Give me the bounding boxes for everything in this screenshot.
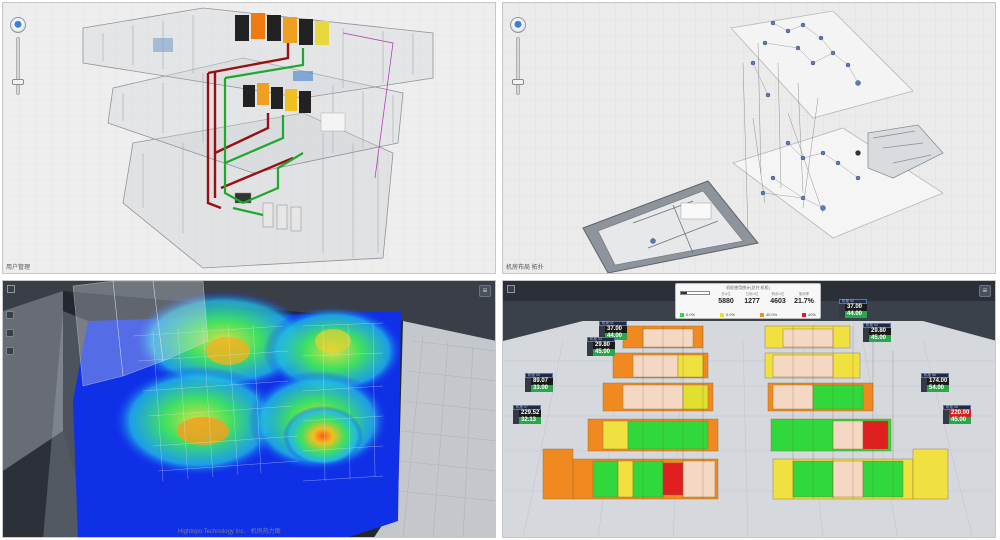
legend-swatch (801, 312, 806, 317)
rack-tag-power: 89.07 (531, 378, 553, 385)
rack-tag-temp: 44.00 (845, 311, 867, 318)
rack-capacity-view[interactable]: ≡ 机柜使用统计(总共 机柜) 总U位 5880 已用U位 1277 剩余U位 … (502, 280, 996, 538)
legend-item: 40% (801, 311, 816, 318)
panel-caption: 机房布局 拓扑 (506, 265, 544, 271)
legend-swatch (759, 312, 764, 317)
compass-icon[interactable] (510, 17, 526, 33)
rack-tag-power: 229.52 (519, 410, 541, 417)
rack-tag-temp: 45.00 (949, 417, 971, 424)
side-toolbar (6, 311, 16, 365)
topology-3d-scene[interactable] (503, 3, 996, 274)
menu-icon[interactable] (507, 285, 515, 293)
rack-tag[interactable]: 机柜 03 29.80 45.00 (587, 337, 621, 357)
rack-tag-power: 29.80 (593, 342, 615, 349)
building-3d-scene[interactable] (3, 3, 496, 274)
network-topology-view[interactable]: 机房布局 拓扑 (502, 2, 996, 274)
tool-icon[interactable] (6, 329, 14, 337)
rack-tag-temp: 33.00 (531, 385, 553, 392)
watermark: Hightopo Technology Inc. · 机房热力图 (178, 529, 281, 535)
rack-tag[interactable]: 机柜 02 37.00 44.00 (839, 299, 873, 319)
legend-item: 0.0% (719, 311, 735, 318)
rack-tag-temp: 54.00 (927, 385, 949, 392)
rack-tag[interactable]: 机柜 06 174.00 54.00 (921, 373, 955, 393)
stat-value: 21.7% (794, 298, 814, 305)
panel-caption: 用户管理 (6, 265, 31, 271)
rack-tag[interactable]: 机柜 05 89.07 33.00 (525, 373, 559, 393)
layers-icon[interactable]: ≡ (479, 285, 491, 297)
zoom-slider-thumb[interactable] (12, 79, 24, 85)
stat-used: 已用U位 1277 (740, 292, 764, 305)
usage-bar (680, 291, 710, 295)
tool-icon[interactable] (6, 311, 14, 319)
rack-tag-power: 174.00 (927, 378, 949, 385)
stat-value: 1277 (744, 298, 760, 305)
stat-total: 总U位 5880 (714, 292, 738, 305)
rack-tag-power: 37.00 (605, 326, 627, 333)
usage-bar-fill (681, 292, 688, 294)
thermal-map-view[interactable]: ≡ Hightopo Technology Inc. · 机房热力图 (2, 280, 496, 538)
zoom-slider-track[interactable] (16, 37, 20, 95)
rack-tag-temp: 45.00 (869, 335, 891, 342)
zoom-slider-track[interactable] (516, 37, 520, 95)
rack-tag-power: 220.00 (949, 410, 971, 417)
zoom-control[interactable] (9, 17, 27, 97)
compass-icon[interactable] (10, 17, 26, 33)
legend-item: 40.0% (759, 311, 777, 318)
rack-tag-power: 37.00 (845, 304, 867, 311)
rack-3d-scene[interactable] (503, 281, 996, 538)
rack-tag-temp: 45.00 (593, 349, 615, 356)
rack-tag-temp: 32.13 (519, 417, 541, 424)
rack-tag[interactable]: 机柜 08 220.00 45.00 (943, 405, 977, 425)
layers-icon[interactable]: ≡ (979, 285, 991, 297)
stat-value: 5880 (718, 298, 734, 305)
legend-swatch (680, 312, 684, 317)
rack-tag-power: 29.80 (869, 328, 891, 335)
building-pipes-view[interactable]: 用户管理 (2, 2, 496, 274)
rack-tag[interactable]: 机柜 04 29.80 45.00 (863, 323, 897, 343)
legend-swatch (719, 312, 724, 317)
zoom-control[interactable] (509, 17, 527, 97)
rack-usage-stats: 机柜使用统计(总共 机柜) 总U位 5880 已用U位 1277 剩余U位 46… (675, 283, 821, 319)
legend-item: 0.0% (680, 311, 695, 318)
stats-legend: 0.0% 0.0% 40.0% 40% (680, 311, 816, 318)
stat-value: 4603 (770, 298, 786, 305)
rack-tag[interactable]: 机柜 07 229.52 32.13 (513, 405, 547, 425)
menu-icon[interactable] (7, 285, 15, 293)
stat-free: 剩余U位 4603 (766, 292, 790, 305)
stat-rate: 使用率 21.7% (792, 292, 816, 305)
tool-icon[interactable] (6, 347, 14, 355)
zoom-slider-thumb[interactable] (512, 79, 524, 85)
thermal-3d-scene[interactable] (3, 281, 496, 538)
